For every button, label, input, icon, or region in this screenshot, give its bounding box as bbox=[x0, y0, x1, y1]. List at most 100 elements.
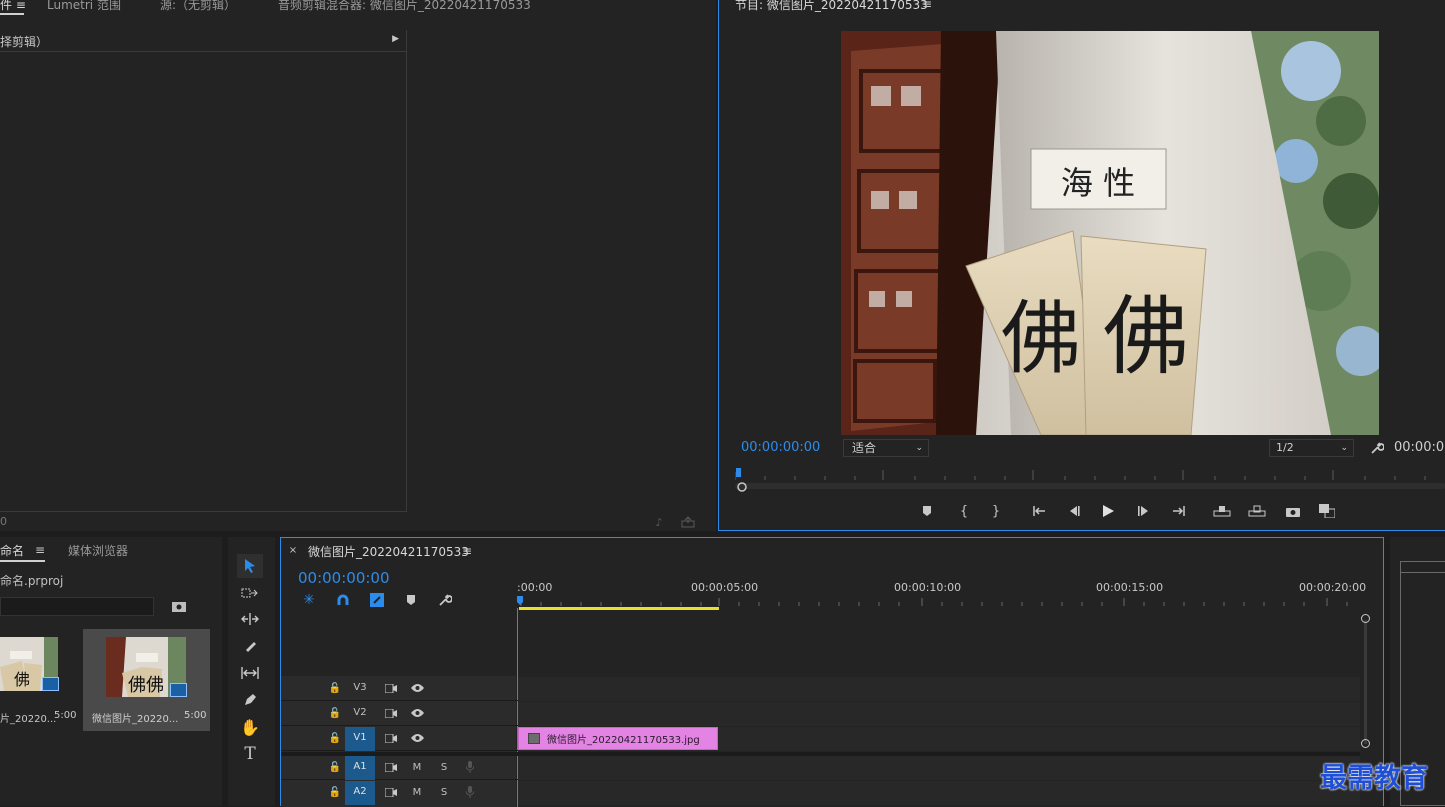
export-frame-icon[interactable] bbox=[680, 515, 696, 529]
chevron-down-icon: ⌄ bbox=[1340, 443, 1348, 453]
mute-button[interactable]: M bbox=[409, 782, 425, 804]
close-icon[interactable]: × bbox=[287, 544, 299, 556]
tab-effects-controls[interactable]: 件 ≡ bbox=[0, 0, 26, 13]
tab-project[interactable]: 命名 bbox=[0, 542, 24, 559]
solo-button[interactable]: S bbox=[436, 757, 452, 779]
step-back-icon[interactable] bbox=[1065, 502, 1083, 520]
lock-icon[interactable]: 🔓 bbox=[328, 785, 342, 799]
track-select-tool-icon[interactable] bbox=[238, 582, 262, 604]
settings-wrench-icon[interactable] bbox=[1369, 440, 1385, 456]
panel-menu-icon[interactable]: ≡ bbox=[34, 543, 46, 557]
program-title[interactable]: 节目: 微信图片_20220421170533 bbox=[735, 0, 928, 13]
linked-selection-icon[interactable] bbox=[368, 591, 386, 609]
nest-toggle-icon[interactable]: ✳ bbox=[300, 591, 318, 609]
timeline-tab-title[interactable]: 微信图片_20220421170533 bbox=[308, 543, 469, 560]
sync-lock-icon[interactable] bbox=[383, 785, 399, 799]
tab-lumetri-scopes[interactable]: Lumetri 范围 bbox=[47, 0, 121, 13]
fit-dropdown-label: 适合 bbox=[852, 441, 877, 455]
microphone-icon[interactable] bbox=[463, 785, 477, 799]
track-v2-lane[interactable] bbox=[518, 702, 1360, 726]
mute-button[interactable]: M bbox=[409, 757, 425, 779]
video-track-scrollbar[interactable] bbox=[1361, 614, 1371, 750]
sync-lock-icon[interactable] bbox=[383, 706, 399, 720]
eye-icon[interactable] bbox=[409, 706, 425, 720]
tab-audio-clip-mixer[interactable]: 音频剪辑混合器: 微信图片_20220421170533 bbox=[278, 0, 531, 13]
type-tool-icon[interactable]: T bbox=[238, 743, 262, 765]
panel-menu-icon[interactable]: ≡ bbox=[921, 0, 933, 11]
scroll-handle-bottom[interactable] bbox=[1361, 739, 1370, 748]
microphone-icon[interactable] bbox=[463, 760, 477, 774]
new-search-bin-icon[interactable] bbox=[170, 597, 188, 615]
footer-value: 0 bbox=[0, 515, 7, 528]
comparison-view-icon[interactable] bbox=[1317, 502, 1337, 520]
solo-button[interactable]: S bbox=[436, 782, 452, 804]
fx-badge-icon bbox=[528, 733, 540, 744]
scroll-handle-top[interactable] bbox=[1361, 614, 1370, 623]
tab-source[interactable]: 源:（无剪辑） bbox=[160, 0, 236, 13]
mark-out-icon[interactable]: } bbox=[988, 502, 1004, 520]
tab-underline bbox=[0, 13, 24, 15]
track-label[interactable]: V2 bbox=[348, 702, 372, 724]
lock-icon[interactable]: 🔓 bbox=[328, 681, 342, 695]
extract-icon[interactable] bbox=[1247, 502, 1267, 520]
resolution-dropdown[interactable]: 1/2 ⌄ bbox=[1269, 439, 1354, 457]
scroll-track bbox=[1364, 620, 1367, 744]
svg-text:佛: 佛 bbox=[14, 670, 30, 689]
track-a1-lane[interactable] bbox=[518, 756, 1360, 780]
item-duration: 5:00 bbox=[54, 710, 77, 721]
step-forward-icon[interactable] bbox=[1135, 502, 1153, 520]
track-v1: 🔓 V1 微信图片_20220421170533.jpg bbox=[281, 727, 1360, 751]
track-label-active[interactable]: A2 bbox=[345, 781, 375, 805]
project-panel: 命名 ≡ 媒体浏览器 命名.prproj 佛 片_20220... 5:00 佛… bbox=[0, 537, 222, 806]
panel-menu-icon[interactable]: ≡ bbox=[461, 544, 473, 558]
expand-arrow-icon[interactable]: ▶ bbox=[392, 34, 399, 44]
lock-icon[interactable]: 🔓 bbox=[328, 731, 342, 745]
fit-dropdown[interactable]: 适合 ⌄ bbox=[843, 439, 929, 457]
search-input[interactable] bbox=[0, 597, 154, 616]
pen-tool-icon[interactable] bbox=[238, 689, 262, 711]
track-v3: 🔓 V3 bbox=[281, 677, 1360, 701]
timeline-timecode[interactable]: 00:00:00:00 bbox=[298, 569, 390, 587]
track-label-active[interactable]: V1 bbox=[345, 727, 375, 751]
play-icon[interactable] bbox=[1099, 502, 1117, 520]
timeline-settings-wrench-icon[interactable] bbox=[436, 591, 454, 609]
track-a2-lane[interactable] bbox=[518, 781, 1360, 805]
selection-tool-icon[interactable] bbox=[237, 554, 263, 578]
go-to-in-icon[interactable] bbox=[1031, 502, 1049, 520]
lock-icon[interactable]: 🔓 bbox=[328, 760, 342, 774]
project-item-selected[interactable]: 佛佛 微信图片_20220... 5:00 bbox=[83, 629, 210, 731]
track-v3-lane[interactable] bbox=[518, 677, 1360, 701]
program-ruler[interactable] bbox=[735, 466, 1445, 494]
timeline-panel: × 微信图片_20220421170533 ≡ 00:00:00:00 ✳ :0… bbox=[280, 537, 1384, 807]
eye-icon[interactable] bbox=[409, 681, 425, 695]
razor-tool-icon[interactable] bbox=[238, 635, 262, 657]
video-clip[interactable]: 微信图片_20220421170533.jpg bbox=[518, 727, 718, 750]
lock-icon[interactable]: 🔓 bbox=[328, 706, 342, 720]
go-to-out-icon[interactable] bbox=[1169, 502, 1187, 520]
hand-tool-icon[interactable]: ✋ bbox=[238, 716, 262, 738]
project-item[interactable]: 佛 片_20220... 5:00 bbox=[0, 629, 80, 729]
lift-icon[interactable] bbox=[1212, 502, 1232, 520]
eye-icon[interactable] bbox=[409, 731, 425, 745]
sync-lock-icon[interactable] bbox=[383, 731, 399, 745]
clip-label: 微信图片_20220421170533.jpg bbox=[547, 735, 700, 746]
add-marker-icon[interactable] bbox=[402, 591, 420, 609]
add-marker-icon[interactable] bbox=[919, 502, 935, 520]
slip-tool-icon[interactable] bbox=[238, 662, 262, 684]
mark-in-icon[interactable]: { bbox=[956, 502, 972, 520]
track-a2: 🔓 A2 M S bbox=[281, 781, 1360, 805]
sync-lock-icon[interactable] bbox=[383, 681, 399, 695]
export-frame-camera-icon[interactable] bbox=[1284, 502, 1302, 520]
image-badge-icon bbox=[170, 683, 187, 697]
track-label-active[interactable]: A1 bbox=[345, 756, 375, 780]
audio-export-icon[interactable]: ♪ bbox=[652, 515, 666, 529]
snap-magnet-icon[interactable] bbox=[334, 591, 352, 609]
chevron-down-icon: ⌄ bbox=[915, 443, 923, 453]
program-timecode[interactable]: 00:00:00:00 bbox=[741, 440, 820, 455]
meter-divider bbox=[1401, 572, 1445, 573]
sync-lock-icon[interactable] bbox=[383, 760, 399, 774]
tab-media-browser[interactable]: 媒体浏览器 bbox=[68, 542, 128, 559]
ripple-edit-tool-icon[interactable] bbox=[238, 608, 262, 630]
track-label[interactable]: V3 bbox=[348, 677, 372, 699]
timeline-ruler[interactable]: :00:00 00:00:05:00 00:00:10:00 00:00:15:… bbox=[517, 578, 1367, 610]
